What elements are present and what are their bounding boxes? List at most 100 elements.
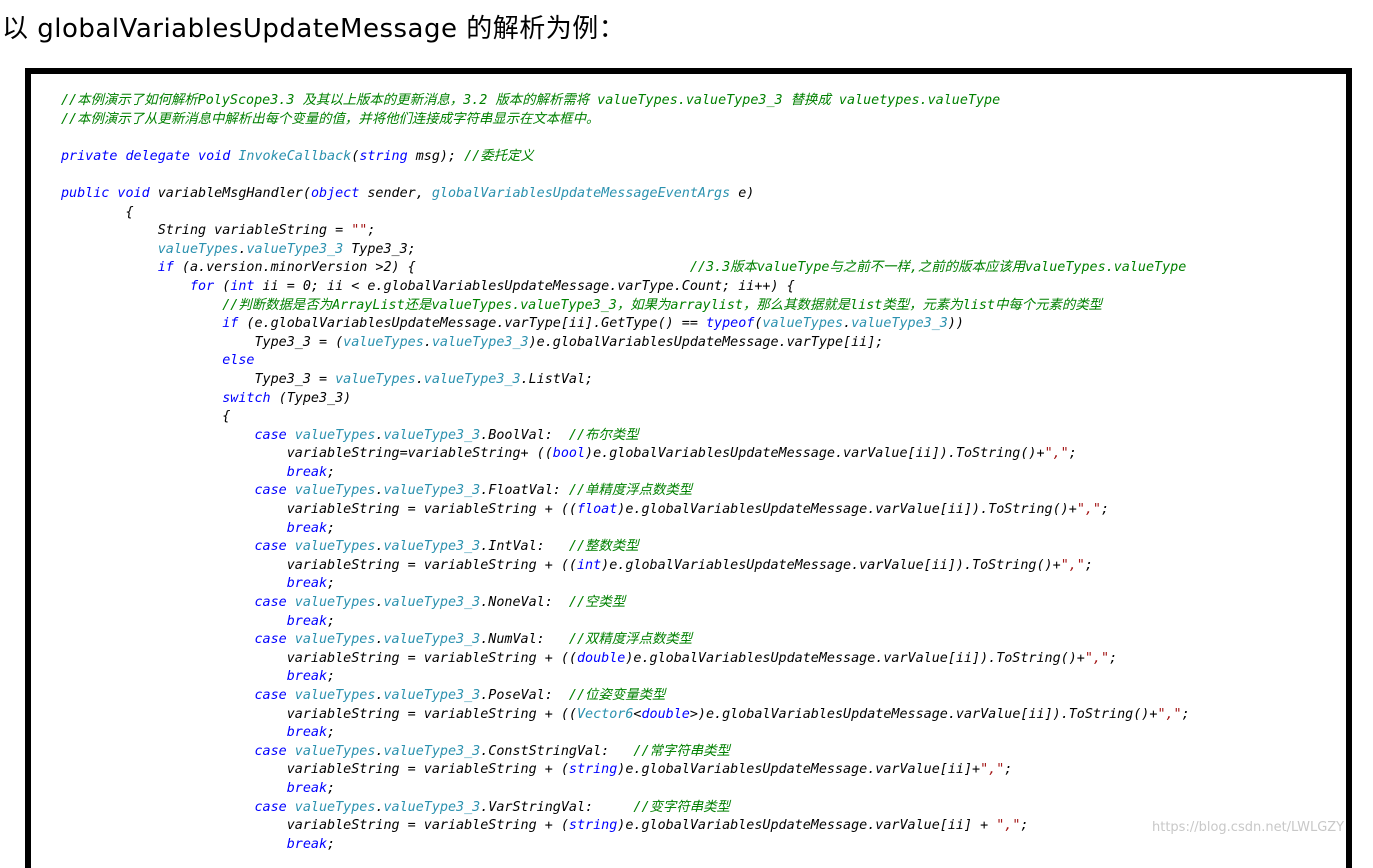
code-line: break; bbox=[61, 668, 1190, 687]
code-line: case valueTypes.valueType3_3.NoneVal: //… bbox=[61, 594, 1190, 613]
code-text: ; bbox=[1084, 557, 1093, 573]
code-comment: //本例演示了如何解析PolyScope3.3 及其以上版本的更新消息，3.2 … bbox=[61, 93, 1001, 108]
code-text: ; bbox=[1020, 818, 1029, 834]
code-text: )e.globalVariablesUpdateMessage.varValue… bbox=[601, 557, 1061, 573]
code-text: >)e.globalVariablesUpdateMessage.varValu… bbox=[689, 706, 1158, 722]
code-line: else bbox=[61, 352, 1190, 371]
code-type: valueType3_3 bbox=[431, 334, 529, 350]
code-text: String variableString = bbox=[61, 223, 352, 239]
code-line: variableString = variableString + ((floa… bbox=[61, 501, 1190, 520]
code-line: //本例演示了如何解析PolyScope3.3 及其以上版本的更新消息，3.2 … bbox=[61, 92, 1190, 111]
code-line: { bbox=[61, 408, 1190, 427]
watermark: https://blog.csdn.net/LWLGZY bbox=[1152, 820, 1345, 835]
code-comment: //3.3版本valueType与之前不一样,之前的版本应该用valueType… bbox=[689, 260, 1187, 276]
code-line: { bbox=[61, 204, 1190, 223]
code-keyword: typeof bbox=[705, 316, 755, 332]
code-text: { bbox=[61, 409, 231, 425]
code-text: ; bbox=[1004, 762, 1013, 778]
code-type: valueType3_3 bbox=[383, 688, 481, 703]
code-line: Type3_3 = valueTypes.valueType3_3.ListVa… bbox=[61, 371, 1190, 390]
code-text: (e.globalVariablesUpdateMessage.varType[… bbox=[238, 316, 706, 332]
code-keyword: float bbox=[576, 502, 618, 518]
code-text: Type3_3 = ( bbox=[61, 334, 344, 350]
code-text: .NumVal: bbox=[480, 632, 569, 648]
code-text: )) bbox=[947, 316, 964, 332]
code-line: private delegate void InvokeCallback(str… bbox=[61, 148, 1190, 167]
code-line: variableString = variableString + ((doub… bbox=[61, 650, 1190, 669]
code-text: variableString = variableString + ( bbox=[61, 818, 569, 834]
code-keyword: double bbox=[641, 706, 690, 722]
code-text: )e.globalVariablesUpdateMessage.varValue… bbox=[617, 762, 981, 778]
code-text: sender, bbox=[359, 185, 432, 201]
code-keyword: break bbox=[286, 520, 328, 536]
code-text: ; bbox=[1181, 706, 1190, 722]
code-text: variableString = variableString + (( bbox=[61, 650, 577, 666]
code-comment: //判断数据是否为ArrayList还是valueTypes.valueType… bbox=[222, 297, 1103, 313]
code-text: ( bbox=[214, 278, 231, 294]
code-type: valueTypes bbox=[294, 743, 376, 759]
code-comment: //双精度浮点数类型 bbox=[568, 632, 693, 648]
code-keyword: break bbox=[286, 613, 328, 629]
code-text: ; bbox=[1109, 650, 1118, 666]
code-line: case valueTypes.valueType3_3.IntVal: //整… bbox=[61, 538, 1190, 557]
code-keyword: int bbox=[230, 278, 255, 294]
code-keyword: private delegate void bbox=[61, 148, 239, 164]
code-text: .PoseVal: bbox=[480, 688, 569, 703]
code-keyword: case bbox=[254, 743, 295, 759]
code-type: valueTypes bbox=[343, 334, 424, 350]
code-comment: //常字符串类型 bbox=[633, 743, 730, 759]
code-keyword: int bbox=[576, 557, 602, 573]
code-string: "" bbox=[351, 223, 368, 239]
code-text: ; bbox=[327, 836, 336, 852]
code-keyword: string bbox=[568, 762, 618, 778]
code-type: valueTypes bbox=[294, 539, 376, 555]
code-type: valueTypes bbox=[294, 688, 376, 703]
code-text: ; bbox=[327, 520, 336, 536]
code-keyword: public void bbox=[61, 185, 158, 201]
code-type: globalVariablesUpdateMessageEventArgs bbox=[431, 185, 731, 201]
code-type: valueTypes bbox=[157, 241, 239, 257]
code-text: ; bbox=[1101, 502, 1110, 518]
code-keyword: break bbox=[286, 780, 328, 796]
code-type: valueType3_3 bbox=[383, 539, 481, 555]
code-line: case valueTypes.valueType3_3.ConstString… bbox=[61, 743, 1190, 762]
code-lines: //本例演示了如何解析PolyScope3.3 及其以上版本的更新消息，3.2 … bbox=[61, 92, 1190, 854]
code-text: )e.globalVariablesUpdateMessage.varValue… bbox=[625, 650, 1085, 666]
code-line: variableString = variableString + ((Vect… bbox=[61, 706, 1190, 725]
code-type: valueTypes bbox=[294, 799, 376, 815]
code-keyword: case bbox=[254, 483, 295, 499]
code-type: valueType3_3 bbox=[383, 595, 481, 611]
code-keyword: string bbox=[359, 148, 408, 164]
code-type: Vector6 bbox=[576, 706, 634, 722]
code-type: valueTypes bbox=[294, 595, 376, 611]
code-type: valueType3_3 bbox=[383, 632, 481, 648]
code-keyword: else bbox=[222, 353, 255, 369]
code-keyword: for bbox=[190, 278, 215, 294]
code-comment: //本例演示了从更新消息中解析出每个变量的值，并将他们连接成字符串显示在文本框中… bbox=[61, 111, 600, 127]
code-text: )e.globalVariablesUpdateMessage.varValue… bbox=[585, 446, 1045, 462]
code-text: .NoneVal: bbox=[480, 595, 569, 611]
code-type: valueTypes bbox=[294, 427, 376, 443]
code-keyword: break bbox=[286, 725, 328, 741]
code-keyword: case bbox=[254, 632, 295, 648]
code-text: variableString = variableString + ( bbox=[61, 762, 569, 778]
code-text: variableString = variableString + (( bbox=[61, 502, 577, 518]
code-line: break; bbox=[61, 836, 1190, 855]
code-line: case valueTypes.valueType3_3.NumVal: //双… bbox=[61, 631, 1190, 650]
code-text: .VarStringVal: bbox=[480, 799, 634, 815]
code-line: String variableString = ""; bbox=[61, 222, 1190, 241]
code-text: . bbox=[415, 371, 424, 387]
code-keyword: case bbox=[254, 595, 295, 611]
code-line: switch (Type3_3) bbox=[61, 390, 1190, 409]
